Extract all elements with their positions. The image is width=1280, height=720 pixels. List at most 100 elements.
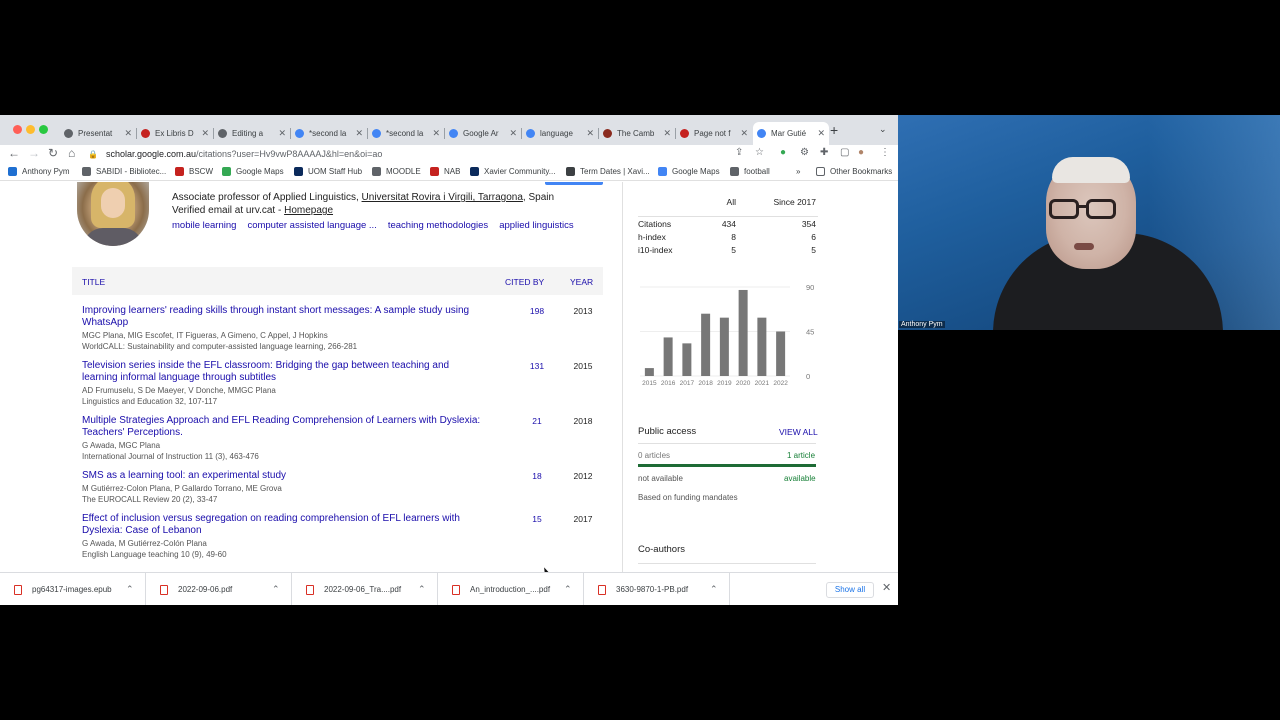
new-tab-plus-icon[interactable]: +	[830, 122, 838, 138]
sort-by-cited[interactable]: CITED BY	[505, 277, 544, 287]
close-tab-icon[interactable]: ✕	[278, 128, 286, 139]
cited-by-link[interactable]: 15	[512, 514, 562, 524]
close-download-shelf-icon[interactable]: ✕	[882, 581, 891, 594]
browser-tab[interactable]: Page not f ✕	[676, 122, 752, 145]
google-icon	[372, 129, 381, 138]
bookmark-item[interactable]: SABIDI - Bibliotec...	[82, 167, 166, 176]
interest-link[interactable]: mobile learning	[172, 220, 236, 231]
back-arrow-icon[interactable]: ←	[8, 146, 20, 160]
chevron-up-icon[interactable]: ⌃	[564, 584, 572, 595]
not-available-count-link[interactable]: 0 articles	[638, 451, 670, 460]
bookmarks-overflow-chevron[interactable]: »	[796, 167, 800, 176]
home-icon[interactable]: ⌂	[68, 146, 75, 160]
chevron-up-icon[interactable]: ⌃	[710, 584, 718, 595]
article-title-link[interactable]: Improving learners' reading skills throu…	[82, 305, 482, 329]
show-all-downloads-button[interactable]: Show all	[826, 582, 874, 598]
affiliation-link[interactable]: Universitat Rovira i Virgili, Tarragona	[362, 192, 523, 203]
chart-bar[interactable]	[757, 317, 767, 376]
cited-by-link[interactable]: 198	[512, 306, 562, 316]
grammarly-extension-icon[interactable]: ●	[780, 147, 786, 158]
tab-search-chevron-icon[interactable]: ⌄	[879, 124, 887, 135]
profile-avatar-icon[interactable]: ●	[858, 147, 864, 158]
bookmark-item[interactable]: MOODLE	[372, 167, 421, 176]
close-window-button[interactable]	[13, 125, 22, 134]
bookmark-label: Google Maps	[672, 167, 720, 176]
bookmark-item[interactable]: Term Dates | Xavi...	[566, 167, 650, 176]
download-item[interactable]: 2022-09-06.pdf ⌃	[146, 573, 292, 605]
cited-by-link[interactable]: 131	[512, 361, 562, 371]
article-title-link[interactable]: Television series inside the EFL classro…	[82, 360, 482, 384]
article-title-link[interactable]: SMS as a learning tool: an experimental …	[82, 470, 482, 482]
browser-tab[interactable]: *second la ✕	[368, 122, 444, 145]
side-panel-icon[interactable]: ▢	[840, 147, 849, 158]
chart-bar[interactable]	[663, 337, 673, 376]
interest-link[interactable]: computer assisted language ...	[247, 220, 376, 231]
interest-link[interactable]: teaching methodologies	[388, 220, 488, 231]
puzzle-extensions-icon[interactable]: ✚	[820, 147, 828, 158]
close-tab-icon[interactable]: ✕	[663, 128, 671, 139]
exlibris-icon	[680, 129, 689, 138]
article-authors: G Awada, MGC Plana	[82, 441, 161, 450]
bookmark-item[interactable]: Google Maps	[658, 167, 720, 176]
bookmark-item[interactable]: UOM Staff Hub	[294, 167, 362, 176]
chart-bar[interactable]	[644, 368, 654, 376]
share-icon[interactable]: ⇪	[735, 147, 743, 158]
minimize-window-button[interactable]	[26, 125, 35, 134]
browser-tab[interactable]: Google Ar ✕	[445, 122, 521, 145]
close-tab-icon[interactable]: ✕	[740, 128, 748, 139]
public-access-view-all-link[interactable]: VIEW ALL	[779, 427, 818, 437]
homepage-link[interactable]: Homepage	[284, 205, 333, 216]
nab-icon	[430, 167, 439, 176]
follow-button-edge[interactable]	[545, 182, 603, 185]
bookmark-item[interactable]: football	[730, 167, 770, 176]
available-count-link[interactable]: 1 article	[787, 451, 815, 460]
address-bar[interactable]: 🔒 scholar.google.com.au /citations?user=…	[88, 146, 888, 162]
chevron-up-icon[interactable]: ⌃	[418, 584, 426, 595]
interest-link[interactable]: applied linguistics	[499, 220, 573, 231]
close-tab-icon[interactable]: ✕	[509, 128, 517, 139]
cited-by-link[interactable]: 21	[512, 416, 562, 426]
chart-bar[interactable]	[719, 317, 729, 376]
close-tab-icon[interactable]: ✕	[355, 128, 363, 139]
browser-tab[interactable]: The Camb ✕	[599, 122, 675, 145]
close-tab-icon[interactable]: ✕	[124, 128, 132, 139]
sort-by-title[interactable]: TITLE	[82, 277, 105, 287]
chart-bar[interactable]	[738, 289, 748, 376]
reload-icon[interactable]: ↻	[48, 146, 58, 160]
bookmark-item[interactable]: NAB	[430, 167, 460, 176]
browser-tab[interactable]: language ✕	[522, 122, 598, 145]
cited-by-link[interactable]: 18	[512, 471, 562, 481]
bookmark-item[interactable]: Anthony Pym	[8, 167, 70, 176]
close-tab-icon[interactable]: ✕	[817, 128, 825, 139]
chart-bar[interactable]	[776, 331, 786, 377]
bookmark-item[interactable]: BSCW	[175, 167, 213, 176]
chevron-up-icon[interactable]: ⌃	[272, 584, 280, 595]
other-bookmarks[interactable]: Other Bookmarks	[816, 167, 892, 176]
close-tab-icon[interactable]: ✕	[201, 128, 209, 139]
browser-tab[interactable]: Editing a ✕	[214, 122, 290, 145]
zoom-window-button[interactable]	[39, 125, 48, 134]
bookmark-star-icon[interactable]: ☆	[755, 147, 764, 158]
article-title-link[interactable]: Effect of inclusion versus segregation o…	[82, 513, 482, 537]
sort-by-year[interactable]: YEAR	[570, 277, 593, 287]
chevron-up-icon[interactable]: ⌃	[126, 584, 134, 595]
extension-icon[interactable]: ⚙	[800, 147, 809, 158]
download-item[interactable]: pg64317-images.epub ⌃	[0, 573, 146, 605]
close-tab-icon[interactable]: ✕	[432, 128, 440, 139]
download-item[interactable]: 2022-09-06_Tra....pdf ⌃	[292, 573, 438, 605]
lock-icon[interactable]: 🔒	[88, 150, 98, 159]
forward-arrow-icon[interactable]: →	[28, 146, 40, 160]
chart-bar[interactable]	[682, 343, 692, 376]
browser-tab[interactable]: Mar Gutié ✕	[753, 122, 829, 145]
download-item[interactable]: An_introduction_....pdf ⌃	[438, 573, 584, 605]
bookmark-item[interactable]: Xavier Community...	[470, 167, 555, 176]
browser-tab[interactable]: Presentat ✕	[60, 122, 136, 145]
browser-tab[interactable]: Ex Libris D ✕	[137, 122, 213, 145]
download-item[interactable]: 3630-9870-1-PB.pdf ⌃	[584, 573, 730, 605]
kebab-menu-icon[interactable]: ⋮	[880, 147, 890, 158]
browser-tab[interactable]: *second la ✕	[291, 122, 367, 145]
article-title-link[interactable]: Multiple Strategies Approach and EFL Rea…	[82, 415, 482, 439]
close-tab-icon[interactable]: ✕	[586, 128, 594, 139]
chart-bar[interactable]	[701, 313, 711, 376]
bookmark-item[interactable]: Google Maps	[222, 167, 284, 176]
